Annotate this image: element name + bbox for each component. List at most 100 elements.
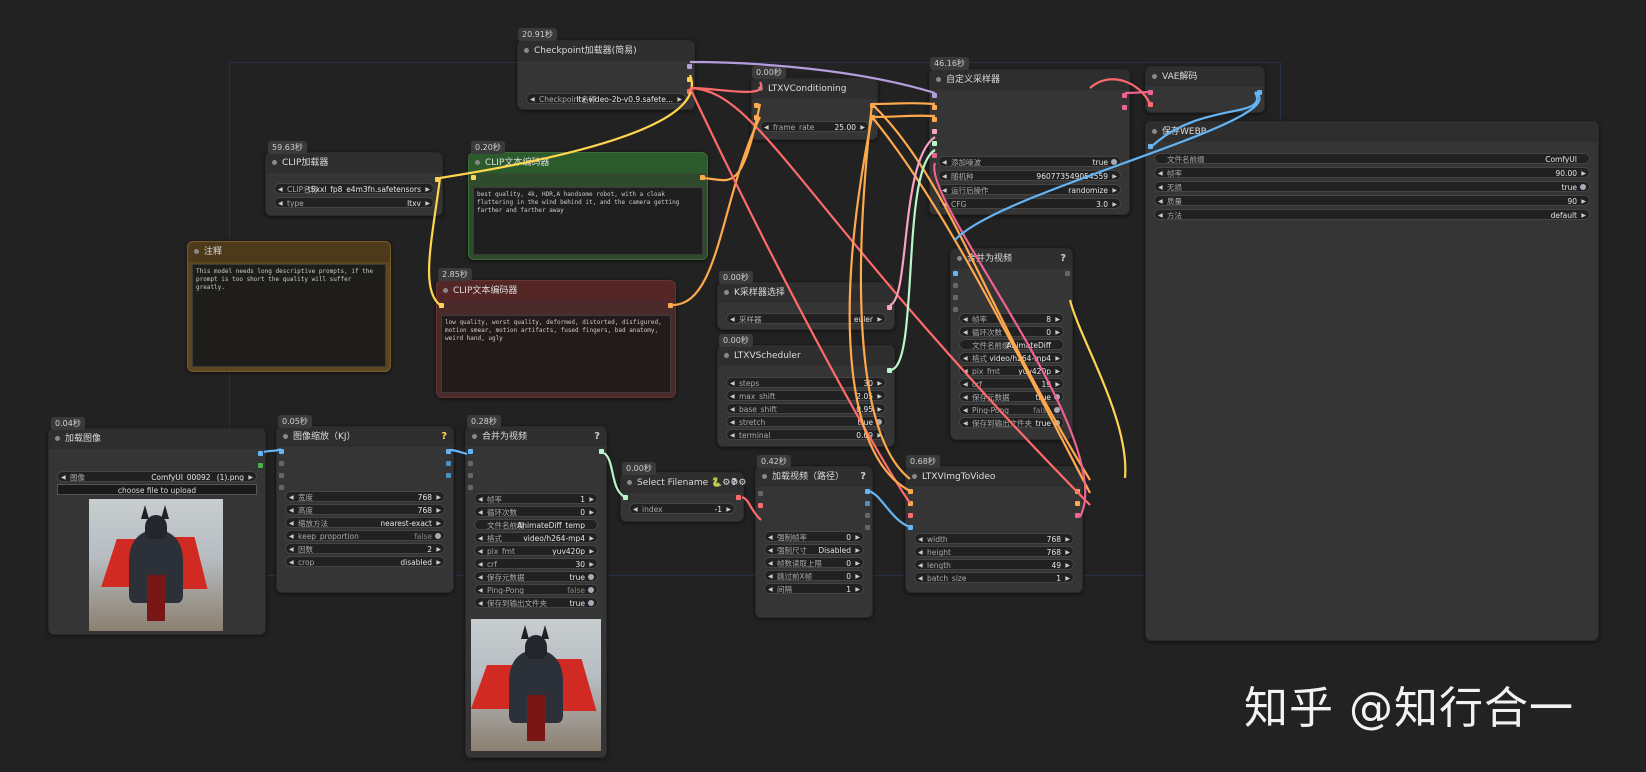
ksampler-select-node[interactable]: K采样器选择 采样器 euler — [717, 282, 895, 330]
note-textarea[interactable]: This model needs long descriptive prompt… — [192, 264, 386, 367]
format-widget[interactable]: 格式video/h264-mp4 — [474, 532, 598, 543]
width-widget[interactable]: width 768 — [914, 533, 1074, 544]
sampler-name-widget[interactable]: 采样器 euler — [726, 313, 886, 324]
cfg-widget[interactable]: CFG 3.0 — [938, 198, 1121, 209]
output-slot-sigmas[interactable] — [887, 368, 892, 373]
control-after-generate-widget[interactable]: 运行后操作 randomize — [938, 184, 1121, 195]
output-slot-denoised[interactable] — [1122, 105, 1127, 110]
length-widget[interactable]: length 49 — [914, 559, 1074, 570]
save-output-widget[interactable]: 保存到输出文件夹 true — [474, 597, 598, 608]
quality-widget[interactable]: 质量 90 — [1154, 195, 1590, 206]
loop-count-widget[interactable]: 循环次数 0 — [959, 326, 1064, 337]
input-slot-vae[interactable] — [908, 513, 913, 518]
input-slot-get-image-size[interactable] — [279, 461, 284, 466]
input-slot-images[interactable] — [1148, 144, 1153, 149]
frame-load-cap-widget[interactable]: 帧数读取上限 0 — [764, 557, 864, 568]
format-widget[interactable]: 格式video/h264-mp4 — [959, 352, 1064, 363]
select-every-nth-widget[interactable]: 间隔 1 — [764, 583, 864, 594]
node-graph-canvas[interactable]: 20.91秒 Checkpoint加载器(简易) Checkpoint名称 lt… — [0, 0, 1646, 772]
ping-pong-widget[interactable]: Ping-Pong false — [959, 404, 1064, 415]
crf-widget[interactable]: crf 19 — [959, 378, 1064, 389]
output-slot-width[interactable] — [446, 461, 451, 466]
input-slot-negative[interactable] — [754, 115, 759, 120]
video-combine-output-node[interactable]: 合并为视频? 帧率 8 循环次数 0 文件名前缀AnimateDiff 格式vide… — [950, 248, 1073, 440]
add-noise-widget[interactable]: 添加噪波 true — [938, 156, 1121, 167]
width-widget[interactable]: 宽度 768 — [285, 491, 445, 502]
input-slot-vae[interactable] — [1148, 102, 1153, 107]
input-slot-meta[interactable] — [953, 295, 958, 300]
filename-prefix-widget[interactable]: 文件名前缀 ComfyUI — [1154, 153, 1590, 164]
input-slot-positive[interactable] — [754, 103, 759, 108]
input-slot-sampler[interactable] — [932, 129, 937, 134]
output-slot-positive[interactable] — [870, 103, 875, 108]
input-slot-filenames[interactable] — [623, 495, 628, 500]
output-slot-height[interactable] — [446, 473, 451, 478]
input-slot-audio[interactable] — [468, 461, 473, 466]
input-slot-clip[interactable] — [439, 303, 444, 308]
output-slot-latent[interactable] — [1075, 513, 1080, 518]
steps-widget[interactable]: steps 30 — [726, 377, 886, 388]
output-slot-conditioning[interactable] — [668, 303, 673, 308]
upscale-method-widget[interactable]: 缩放方法 nearest-exact — [285, 517, 445, 528]
ltxv-img-to-video-node[interactable]: LTXVImgToVideo width 768 height 768 length… — [905, 466, 1083, 593]
output-slot-clip[interactable] — [435, 177, 440, 182]
note-node[interactable]: 注释 This model needs long descriptive pro… — [187, 241, 391, 372]
input-slot-vae[interactable] — [468, 485, 473, 490]
clip-type-widget[interactable]: type ltxv — [274, 197, 434, 208]
save-webp-node[interactable]: 保存WEBP 文件名前缀 ComfyUI 帧率 90.00 无损 true 质量… — [1145, 121, 1599, 641]
max-shift-widget[interactable]: max_shift 2.05 — [726, 390, 886, 401]
output-slot-video-info[interactable] — [865, 525, 870, 530]
select-filename-node[interactable]: Select Filename 🐍⚙⚙⚙? index -1 — [620, 472, 746, 522]
input-slot-vae[interactable] — [953, 307, 958, 312]
input-slot-positive[interactable] — [908, 489, 913, 494]
clip-name-widget[interactable]: CLIP名称 t5xxl_fp8_e4m3fn.safetensors — [274, 183, 434, 194]
input-slot-audio[interactable] — [953, 283, 958, 288]
force-rate-widget[interactable]: 强制帧率 0 — [764, 531, 864, 542]
output-slot-negative[interactable] — [1075, 501, 1080, 506]
help-icon[interactable]: ? — [860, 467, 866, 487]
output-slot-filenames[interactable] — [599, 449, 604, 454]
input-slot-video[interactable] — [758, 503, 763, 508]
input-slot-model[interactable] — [932, 93, 937, 98]
output-slot-mask[interactable] — [258, 463, 263, 468]
output-slot-filename[interactable] — [736, 495, 741, 500]
checkpoint-loader-node[interactable]: Checkpoint加载器(简易) Checkpoint名称 ltx-video… — [517, 40, 695, 110]
divisible-by-widget[interactable]: 因数 2 — [285, 543, 445, 554]
input-slot-image[interactable] — [908, 525, 913, 530]
clip-loader-node[interactable]: CLIP加载器 CLIP名称 t5xxl_fp8_e4m3fn.safetens… — [265, 152, 443, 216]
vae-decode-node[interactable]: VAE解码 — [1145, 66, 1265, 113]
frame-rate-widget[interactable]: frame_rate 25.00 — [760, 121, 869, 132]
save-metadata-widget[interactable]: 保存元数据 true — [959, 391, 1064, 402]
ping-pong-widget[interactable]: Ping-Pong false — [474, 584, 598, 595]
input-slot-image[interactable] — [279, 449, 284, 454]
video-combine-preview-node[interactable]: 合并为视频? 帧率 1 循环次数 0 文件名前缀AnimateDiff_temp 格… — [465, 426, 607, 758]
input-slot-negative[interactable] — [908, 501, 913, 506]
output-slot-audio[interactable] — [865, 513, 870, 518]
input-slot-meta[interactable] — [468, 473, 473, 478]
output-slot-image[interactable] — [865, 489, 870, 494]
input-slot-images[interactable] — [953, 271, 958, 276]
crf-widget[interactable]: crf 30 — [474, 558, 598, 569]
output-slot-sampler[interactable] — [887, 305, 892, 310]
help-icon[interactable]: ? — [731, 473, 737, 493]
pix-fmt-widget[interactable]: pix_fmt yuv420p — [474, 545, 598, 556]
height-widget[interactable]: height 768 — [914, 546, 1074, 557]
frame-rate-widget[interactable]: 帧率 1 — [474, 493, 598, 504]
custom-sampler-node[interactable]: 自定义采样器 添加噪波 true 随机种 960773549054559 运行后… — [929, 69, 1130, 215]
checkpoint-name-widget[interactable]: Checkpoint名称 ltx-video-2b-v0.9.safete... — [526, 93, 686, 104]
output-slot-vae[interactable] — [687, 89, 692, 94]
input-slot-height-input[interactable] — [279, 485, 284, 490]
clip-text-encode-negative-node[interactable]: CLIP文本编码器 low quality, worst quality, de… — [436, 280, 676, 398]
pix-fmt-widget[interactable]: pix_fmt yuv420p — [959, 365, 1064, 376]
frame-rate-widget[interactable]: 帧率 8 — [959, 313, 1064, 324]
filename-prefix-widget[interactable]: 文件名前缀 AnimateDiff — [959, 339, 1064, 350]
upload-button[interactable]: choose file to upload — [57, 484, 257, 495]
output-slot-negative[interactable] — [870, 115, 875, 120]
base-shift-widget[interactable]: base_shift 0.95 — [726, 403, 886, 414]
image-select-widget[interactable]: 图像 ComfyUI_00092_ (1).png — [57, 471, 257, 482]
input-slot-width-input[interactable] — [279, 473, 284, 478]
output-slot-image[interactable] — [1257, 90, 1262, 95]
load-video-path-node[interactable]: 加载视频（路径）? 强制帧率 0 强制尺寸 Disabled 帧数读取上限 0 跳过前… — [755, 466, 873, 618]
fps-widget[interactable]: 帧率 90.00 — [1154, 167, 1590, 178]
input-slot-positive[interactable] — [932, 105, 937, 110]
